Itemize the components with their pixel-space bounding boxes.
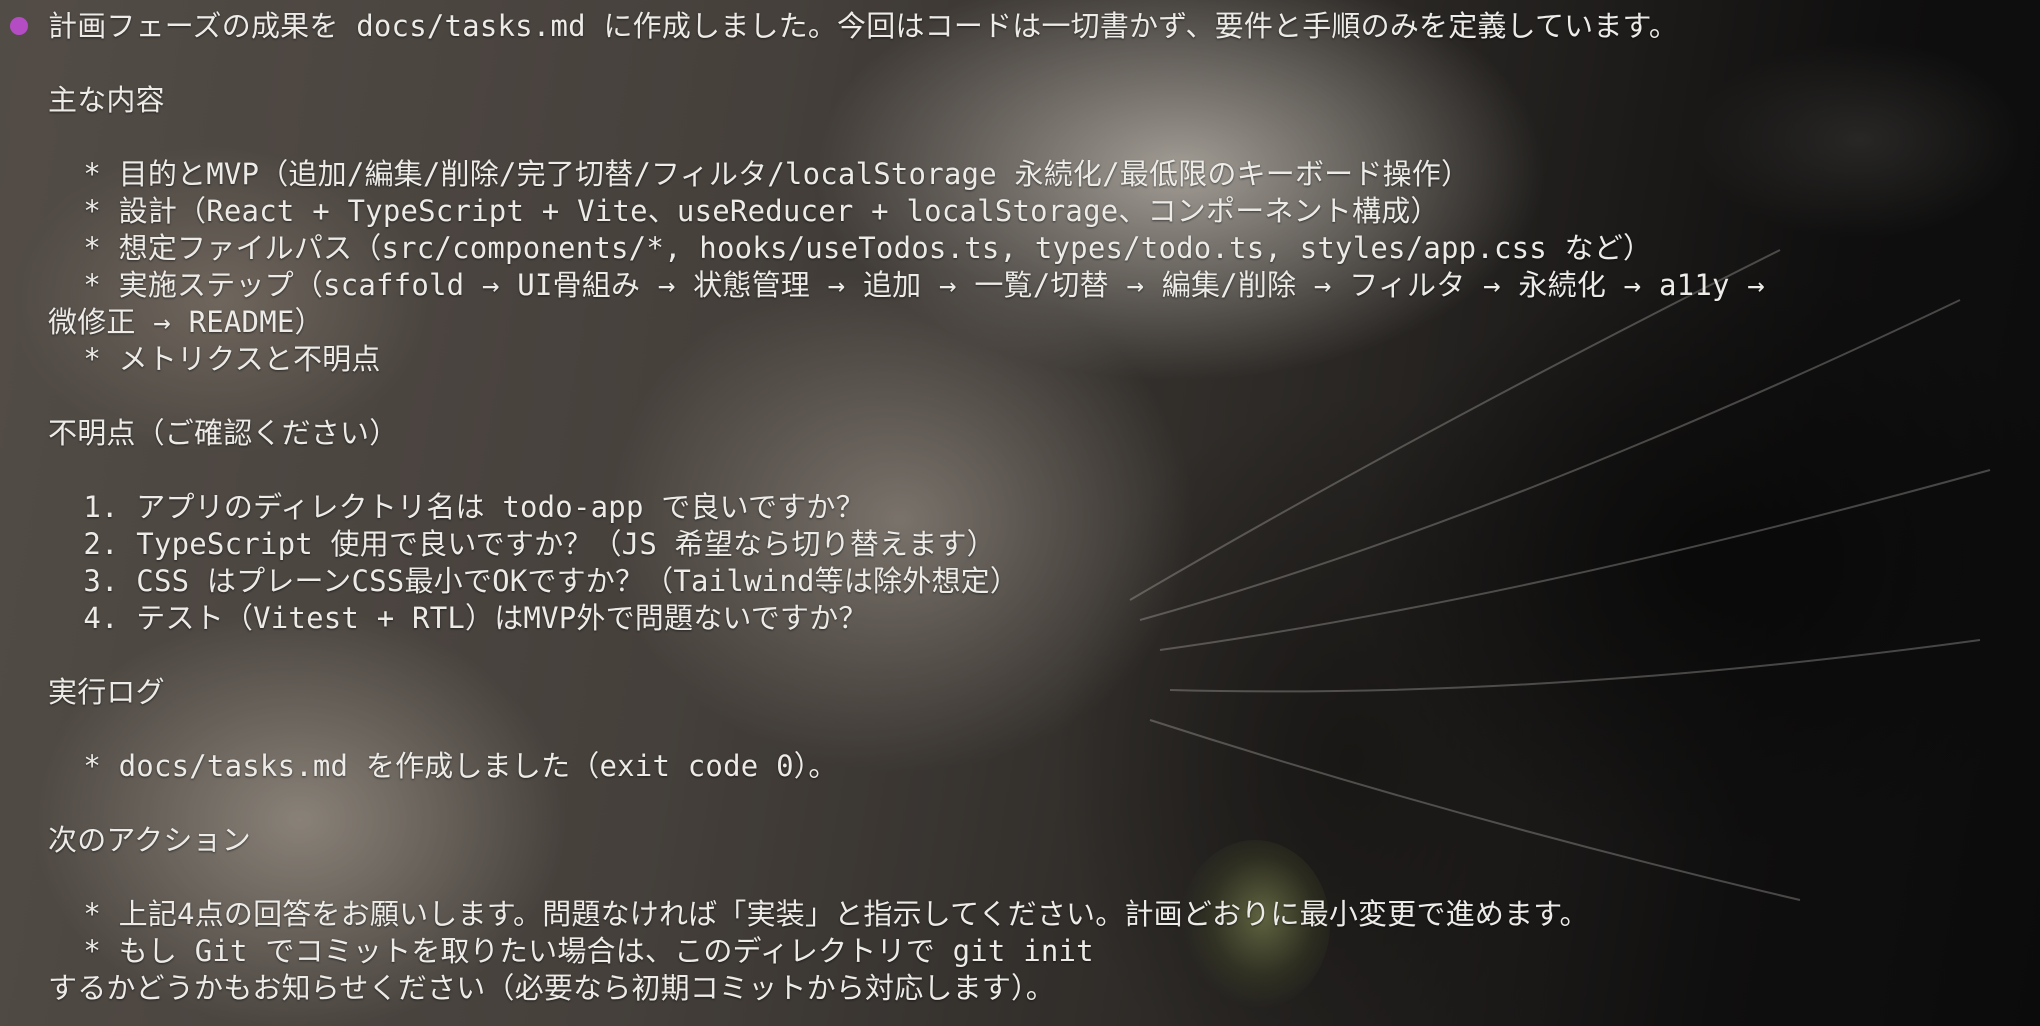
action-item-continuation: するかどうかもお知らせください（必要なら初期コミットから対応します）。 xyxy=(48,971,1055,1005)
section-heading-questions: 不明点（ご確認ください） xyxy=(48,416,399,450)
list-item: * 設計（React + TypeScript + Vite、useReduce… xyxy=(48,194,1440,228)
question-item: 3. CSS はプレーンCSS最小でOKですか？（Tailwind等は除外想定） xyxy=(48,564,1020,598)
question-item: 2. TypeScript 使用で良いですか？（JS 希望なら切り替えます） xyxy=(48,527,996,561)
list-item: * 想定ファイルパス（src/components/*, hooks/useTo… xyxy=(48,231,1653,265)
section-heading-execution-log: 実行ログ xyxy=(48,675,165,709)
list-item: * 目的とMVP（追加/編集/削除/完了切替/フィルタ/localStorage… xyxy=(48,157,1471,191)
log-item: * docs/tasks.md を作成しました（exit code 0）。 xyxy=(48,749,838,783)
action-item: * もし Git でコミットを取りたい場合は、このディレクトリで git ini… xyxy=(48,934,1094,968)
list-item: * 実施ステップ（scaffold → UI骨組み → 状態管理 → 追加 → … xyxy=(48,268,1765,302)
summary-line: 計画フェーズの成果を docs/tasks.md に作成しました。今回はコードは… xyxy=(48,9,1679,43)
list-item-continuation: 微修正 → README） xyxy=(48,305,324,339)
section-heading-next-actions: 次のアクション xyxy=(48,823,251,857)
section-heading-main-content: 主な内容 xyxy=(48,83,165,117)
action-item: * 上記4点の回答をお願いします。問題なければ「実装」と指示してください。計画ど… xyxy=(48,897,1589,931)
question-item: 1. アプリのディレクトリ名は todo-app で良いですか？ xyxy=(48,490,865,524)
list-item: * メトリクスと不明点 xyxy=(48,342,381,376)
question-item: 4. テスト（Vitest + RTL）はMVP外で問題ないですか？ xyxy=(48,601,868,635)
message-bullet-icon xyxy=(10,17,28,35)
terminal-output: 計画フェーズの成果を docs/tasks.md に作成しました。今回はコードは… xyxy=(0,0,2040,1026)
